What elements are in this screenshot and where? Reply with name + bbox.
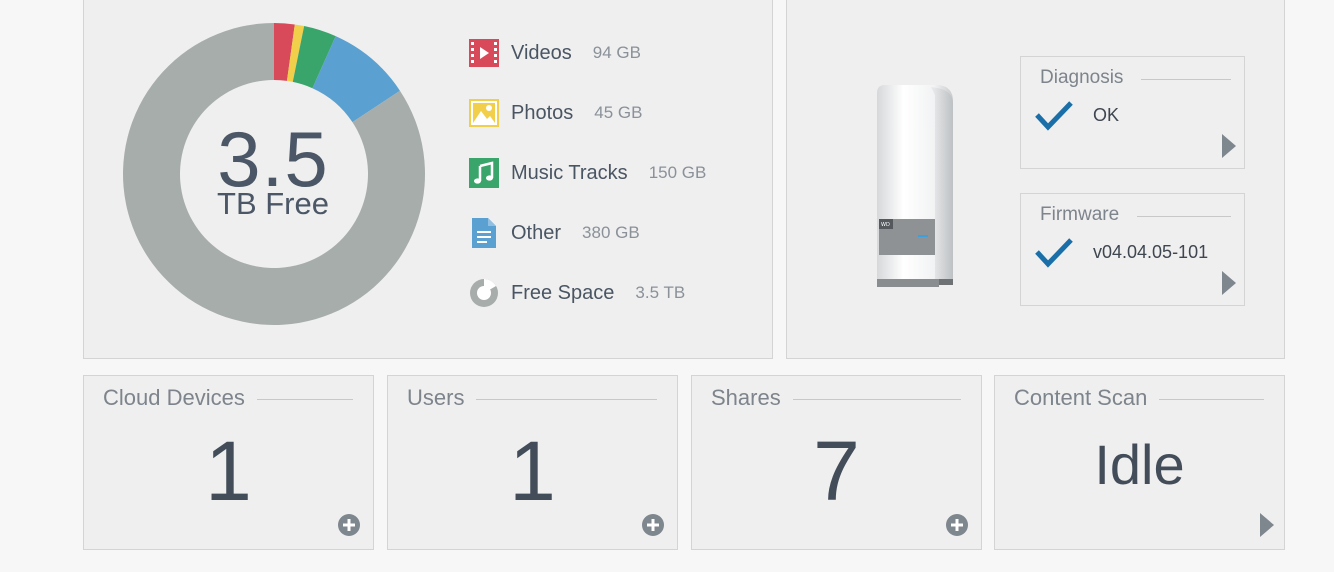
users-count: 1 [509,424,556,518]
chevron-right-icon[interactable] [1222,134,1236,158]
legend-item-videos[interactable]: Videos 94 GB [468,36,641,70]
document-icon [468,217,500,249]
users-tile[interactable]: Users 1 [387,375,678,550]
legend-size-free-space: 3.5 TB [635,283,686,302]
legend-label-music: Music Tracks [511,161,628,184]
photo-icon [468,97,500,129]
legend-label-other: Other [511,221,562,244]
legend-size-music: 150 GB [648,163,707,182]
chevron-right-icon[interactable] [1260,513,1274,537]
cloud-devices-tile[interactable]: Cloud Devices 1 [83,375,374,550]
divider [1159,398,1264,400]
nas-device-image: WD [877,85,953,287]
check-icon [1035,101,1073,131]
music-icon [468,157,500,189]
legend-item-photos[interactable]: Photos 45 GB [468,96,642,130]
add-icon[interactable] [337,513,361,537]
device-panel: WD Diagnosis OK Firmware v04.04.05-101 [786,0,1285,359]
add-icon[interactable] [945,513,969,537]
legend-size-videos: 94 GB [592,43,641,62]
legend-item-free-space[interactable]: Free Space 3.5 TB [468,276,685,310]
shares-tile[interactable]: Shares 7 [691,375,982,550]
divider [476,398,657,400]
divider [256,398,353,400]
svg-text:WD: WD [881,222,890,228]
divider [1137,215,1231,217]
free-capacity-unit: TB Free [217,186,329,221]
content-scan-title: Content Scan [1014,385,1148,410]
legend-item-other[interactable]: Other 380 GB [468,216,640,250]
firmware-title: Firmware [1040,204,1120,225]
diagnosis-title: Diagnosis [1040,67,1124,88]
legend-label-videos: Videos [511,41,572,64]
diagnosis-status: OK [1093,105,1120,125]
legend-size-other: 380 GB [582,223,640,242]
chevron-right-icon[interactable] [1222,271,1236,295]
diagnosis-card[interactable]: Diagnosis OK [1020,56,1245,169]
divider [1141,78,1231,80]
shares-count: 7 [813,424,860,518]
legend-label-free-space: Free Space [511,281,615,304]
legend-item-music[interactable]: Music Tracks 150 GB [468,156,706,190]
firmware-version: v04.04.05-101 [1093,242,1209,262]
firmware-card[interactable]: Firmware v04.04.05-101 [1020,193,1245,306]
video-icon [468,37,500,69]
capacity-panel: 3.5 TB Free Videos 94 GB Photos 45 GB Mu… [83,0,773,359]
divider [792,398,961,400]
cloud-devices-count: 1 [205,424,252,518]
content-scan-tile[interactable]: Content Scan Idle [994,375,1285,550]
add-icon[interactable] [641,513,665,537]
content-scan-status: Idle [1094,433,1185,496]
legend-label-photos: Photos [511,101,574,124]
users-title: Users [407,385,465,410]
pie-icon [468,277,500,309]
free-capacity-readout: 3.5 TB Free [171,120,375,220]
check-icon [1035,238,1073,268]
legend-size-photos: 45 GB [594,103,643,122]
shares-title: Shares [711,385,781,410]
cloud-devices-title: Cloud Devices [103,385,245,410]
